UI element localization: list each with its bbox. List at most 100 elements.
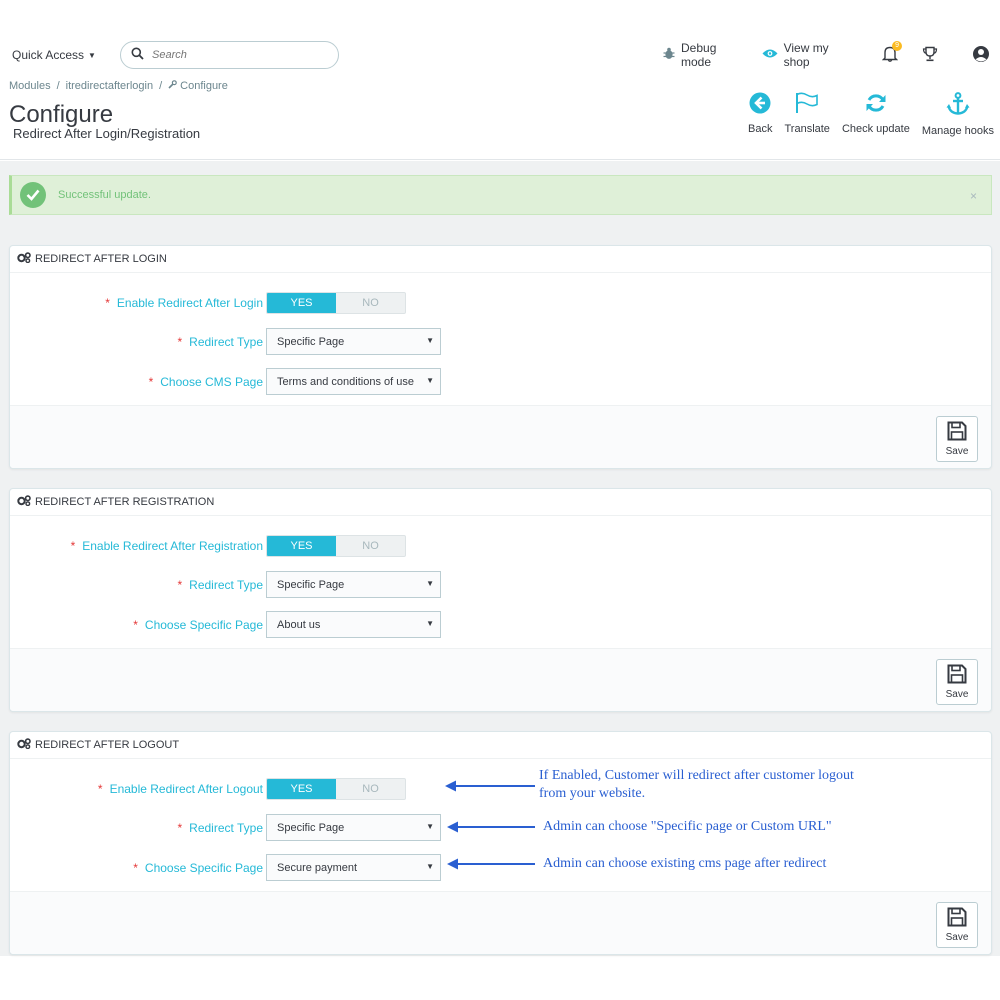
top-right-nav: Debug mode View my shop 9 bbox=[663, 41, 992, 69]
field-label-text: Choose Specific Page bbox=[144, 618, 263, 632]
save-label: Save bbox=[945, 446, 969, 457]
save-label: Save bbox=[945, 689, 969, 700]
header: Quick Access ▼ Debug mode View my shop 9 bbox=[0, 0, 1000, 160]
quick-access-menu[interactable]: Quick Access ▼ bbox=[12, 48, 96, 62]
caret-down-icon: ▼ bbox=[426, 862, 434, 871]
form-row: * Choose CMS Page Terms and conditions of… bbox=[10, 368, 991, 397]
user-account-icon bbox=[972, 45, 990, 66]
quick-access-label: Quick Access bbox=[12, 48, 85, 62]
annotation-line: If Enabled, Customer will redirect after… bbox=[539, 768, 854, 783]
manage-hooks-label: Manage hooks bbox=[921, 125, 994, 137]
save-button[interactable]: Save bbox=[936, 659, 978, 705]
anchor-icon bbox=[946, 92, 970, 125]
cms-page-select[interactable]: Terms and conditions of use ▼ bbox=[266, 368, 441, 395]
field-label-text: Redirect Type bbox=[189, 335, 263, 349]
toggle-no[interactable]: NO bbox=[336, 779, 405, 799]
arrow-left-circle-icon bbox=[749, 92, 771, 123]
view-shop-label: View my shop bbox=[783, 41, 829, 69]
panel-heading: REDIRECT AFTER LOGOUT bbox=[10, 732, 991, 759]
cogs-icon bbox=[17, 738, 31, 752]
caret-down-icon: ▼ bbox=[426, 376, 434, 385]
search-input[interactable] bbox=[152, 49, 322, 61]
field-label-text: Enable Redirect After Logout bbox=[109, 782, 263, 796]
breadcrumb-separator: / bbox=[159, 80, 163, 92]
alert-message: Successful update. bbox=[58, 189, 151, 201]
specific-page-select[interactable]: Secure payment ▼ bbox=[266, 854, 441, 881]
back-button[interactable]: Back bbox=[748, 92, 772, 137]
cogs-icon bbox=[17, 252, 31, 266]
notifications-button[interactable]: 9 bbox=[880, 41, 903, 66]
redirect-type-select[interactable]: Specific Page ▼ bbox=[266, 571, 441, 598]
field-label: * Redirect Type bbox=[177, 821, 264, 835]
field-label: * Enable Redirect After Logout bbox=[97, 782, 263, 796]
trophy-button[interactable] bbox=[919, 44, 940, 66]
notification-badge: 9 bbox=[892, 41, 903, 51]
panel-footer: Save bbox=[10, 648, 991, 711]
caret-down-icon: ▼ bbox=[426, 822, 434, 831]
search-box bbox=[120, 41, 339, 69]
debug-mode-link[interactable]: Debug mode bbox=[663, 41, 748, 69]
toggle-yes[interactable]: YES bbox=[267, 536, 336, 556]
enable-redirect-logout-toggle: YES NO bbox=[266, 778, 406, 800]
save-button[interactable]: Save bbox=[936, 902, 978, 948]
flag-icon bbox=[795, 92, 819, 123]
page-bottom bbox=[0, 956, 1000, 1000]
annotation-redirect-type: Admin can choose "Specific page or Custo… bbox=[543, 819, 832, 834]
toggle-yes[interactable]: YES bbox=[267, 779, 336, 799]
redirect-type-select[interactable]: Specific Page ▼ bbox=[266, 328, 441, 355]
panel-body: * Enable Redirect After Login YES NO * Red… bbox=[10, 273, 991, 405]
debug-mode-label: Debug mode bbox=[681, 41, 717, 69]
toggle-yes[interactable]: YES bbox=[267, 293, 336, 313]
bug-icon bbox=[663, 47, 675, 63]
field-label: * Enable Redirect After Registration bbox=[70, 539, 263, 553]
panel-title: REDIRECT AFTER LOGOUT bbox=[35, 739, 180, 751]
back-label: Back bbox=[748, 123, 773, 135]
success-alert: Successful update. × bbox=[9, 175, 992, 215]
field-label: * Choose Specific Page bbox=[133, 618, 263, 632]
caret-down-icon: ▼ bbox=[426, 579, 434, 588]
panel-heading: REDIRECT AFTER LOGIN bbox=[10, 246, 991, 273]
panel-redirect-after-logout: REDIRECT AFTER LOGOUT * Enable Redirect A… bbox=[9, 731, 992, 955]
translate-button[interactable]: Translate bbox=[784, 92, 830, 137]
caret-down-icon: ▼ bbox=[88, 50, 96, 60]
manage-hooks-button[interactable]: Manage hooks bbox=[922, 92, 994, 137]
breadcrumb-modules[interactable]: Modules bbox=[9, 80, 51, 92]
specific-page-select[interactable]: About us ▼ bbox=[266, 611, 441, 638]
select-value: Specific Page bbox=[277, 821, 345, 834]
form-row: * Enable Redirect After Registration YES … bbox=[10, 535, 991, 561]
refresh-icon bbox=[865, 92, 887, 123]
breadcrumb-configure: Configure bbox=[168, 80, 228, 92]
panel-footer: Save bbox=[10, 405, 991, 468]
enable-redirect-login-toggle: YES NO bbox=[266, 292, 406, 314]
page-subtitle: Redirect After Login/Registration bbox=[13, 126, 201, 141]
panel-heading: REDIRECT AFTER REGISTRATION bbox=[10, 489, 991, 516]
breadcrumb: Modules / itredirectafterlogin / Configu… bbox=[9, 80, 228, 92]
select-value: Terms and conditions of use bbox=[277, 375, 414, 388]
select-value: About us bbox=[277, 618, 321, 631]
view-shop-link[interactable]: View my shop bbox=[762, 41, 856, 69]
field-label: * Choose CMS Page bbox=[148, 375, 263, 389]
check-update-button[interactable]: Check update bbox=[842, 92, 910, 137]
search-icon[interactable] bbox=[131, 47, 144, 63]
toggle-no[interactable]: NO bbox=[336, 536, 405, 556]
breadcrumb-separator: / bbox=[56, 80, 60, 92]
eye-icon bbox=[762, 48, 778, 62]
wrench-icon bbox=[168, 80, 177, 92]
field-label: * Choose Specific Page bbox=[133, 861, 263, 875]
field-label-text: Enable Redirect After Login bbox=[116, 296, 263, 310]
breadcrumb-module-name[interactable]: itredirectafterlogin bbox=[66, 80, 153, 92]
floppy-disk-icon bbox=[947, 421, 967, 446]
panel-body: * Enable Redirect After Registration YES … bbox=[10, 516, 991, 648]
panel-title: REDIRECT AFTER LOGIN bbox=[35, 253, 167, 265]
enable-redirect-registration-toggle: YES NO bbox=[266, 535, 406, 557]
annotation-enable-logout: If Enabled, Customer will redirect after… bbox=[539, 767, 854, 803]
toggle-no[interactable]: NO bbox=[336, 293, 405, 313]
redirect-type-select[interactable]: Specific Page ▼ bbox=[266, 814, 441, 841]
alert-close-icon[interactable]: × bbox=[970, 189, 977, 203]
account-button[interactable] bbox=[971, 44, 992, 66]
annotation-line: from your website. bbox=[539, 786, 646, 801]
save-button[interactable]: Save bbox=[936, 416, 978, 462]
field-label-text: Redirect Type bbox=[189, 821, 263, 835]
field-label: * Redirect Type bbox=[177, 578, 264, 592]
arrow-left-icon bbox=[447, 858, 535, 870]
